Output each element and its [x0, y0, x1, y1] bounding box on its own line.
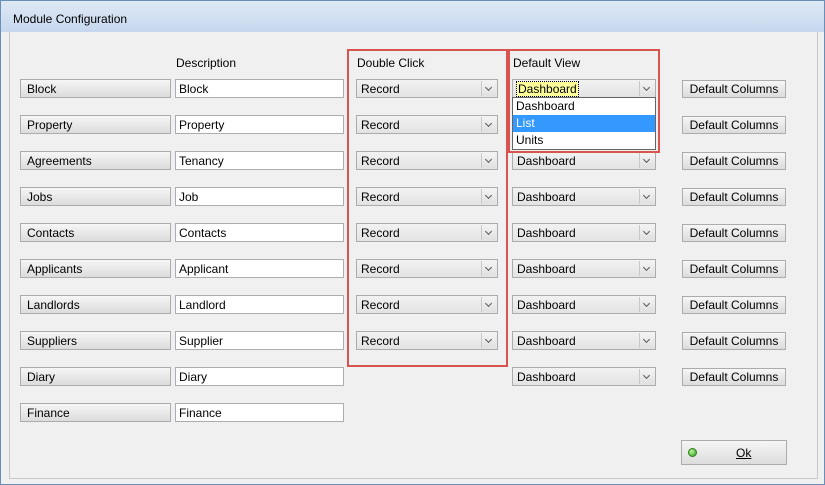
default-columns-button-diary[interactable]: Default Columns: [682, 368, 786, 386]
description-field-suppliers[interactable]: Supplier: [175, 331, 344, 350]
default-view-select-landlords[interactable]: Dashboard: [512, 295, 656, 314]
window-title: Module Configuration: [13, 12, 128, 26]
ok-button-label: Ok: [736, 446, 752, 460]
description-field-finance[interactable]: Finance: [175, 403, 344, 422]
module-button-diary[interactable]: Diary: [20, 367, 171, 386]
description-field-diary[interactable]: Diary: [175, 367, 344, 386]
title-bar[interactable]: Module Configuration: [1, 1, 824, 32]
chevron-down-icon[interactable]: [639, 261, 654, 276]
default-view-value: Dashboard: [517, 154, 576, 168]
description-field-applicants[interactable]: Applicant: [175, 259, 344, 278]
description-field-block[interactable]: Block: [175, 79, 344, 98]
green-status-dot-icon: [688, 448, 697, 457]
description-field-agreements[interactable]: Tenancy: [175, 151, 344, 170]
default-view-value: Dashboard: [517, 190, 576, 204]
module-button-block[interactable]: Block: [20, 79, 171, 98]
default-view-value: Dashboard: [517, 226, 576, 240]
default-view-select-applicants[interactable]: Dashboard: [512, 259, 656, 278]
default-view-value: Dashboard: [517, 334, 576, 348]
default-view-value: Dashboard: [517, 298, 576, 312]
module-button-property[interactable]: Property: [20, 115, 171, 134]
module-button-finance[interactable]: Finance: [20, 403, 171, 422]
default-columns-button-block[interactable]: Default Columns: [682, 80, 786, 98]
chevron-down-icon[interactable]: [639, 153, 654, 168]
description-field-landlords[interactable]: Landlord: [175, 295, 344, 314]
module-button-contacts[interactable]: Contacts: [20, 223, 171, 242]
chevron-down-icon[interactable]: [639, 369, 654, 384]
description-field-contacts[interactable]: Contacts: [175, 223, 344, 242]
default-columns-button-agreements[interactable]: Default Columns: [682, 152, 786, 170]
module-button-suppliers[interactable]: Suppliers: [20, 331, 171, 350]
default-view-select-agreements[interactable]: Dashboard: [512, 151, 656, 170]
default-view-value: Dashboard: [517, 370, 576, 384]
default-columns-button-suppliers[interactable]: Default Columns: [682, 332, 786, 350]
default-view-highlight-box: [508, 49, 660, 153]
chevron-down-icon[interactable]: [639, 189, 654, 204]
chevron-down-icon[interactable]: [639, 297, 654, 312]
chevron-down-icon[interactable]: [639, 333, 654, 348]
module-button-agreements[interactable]: Agreements: [20, 151, 171, 170]
default-columns-button-applicants[interactable]: Default Columns: [682, 260, 786, 278]
default-columns-button-property[interactable]: Default Columns: [682, 116, 786, 134]
default-columns-button-jobs[interactable]: Default Columns: [682, 188, 786, 206]
module-button-jobs[interactable]: Jobs: [20, 187, 171, 206]
module-button-landlords[interactable]: Landlords: [20, 295, 171, 314]
default-view-value: Dashboard: [517, 262, 576, 276]
default-view-select-jobs[interactable]: Dashboard: [512, 187, 656, 206]
ok-button[interactable]: Ok: [681, 440, 787, 465]
default-view-select-diary[interactable]: Dashboard: [512, 367, 656, 386]
default-view-select-suppliers[interactable]: Dashboard: [512, 331, 656, 350]
default-columns-button-contacts[interactable]: Default Columns: [682, 224, 786, 242]
double-click-highlight-box: [347, 49, 508, 367]
description-field-property[interactable]: Property: [175, 115, 344, 134]
description-field-jobs[interactable]: Job: [175, 187, 344, 206]
default-view-select-contacts[interactable]: Dashboard: [512, 223, 656, 242]
description-header: Description: [176, 56, 237, 70]
default-columns-button-landlords[interactable]: Default Columns: [682, 296, 786, 314]
chevron-down-icon[interactable]: [639, 225, 654, 240]
module-button-applicants[interactable]: Applicants: [20, 259, 171, 278]
